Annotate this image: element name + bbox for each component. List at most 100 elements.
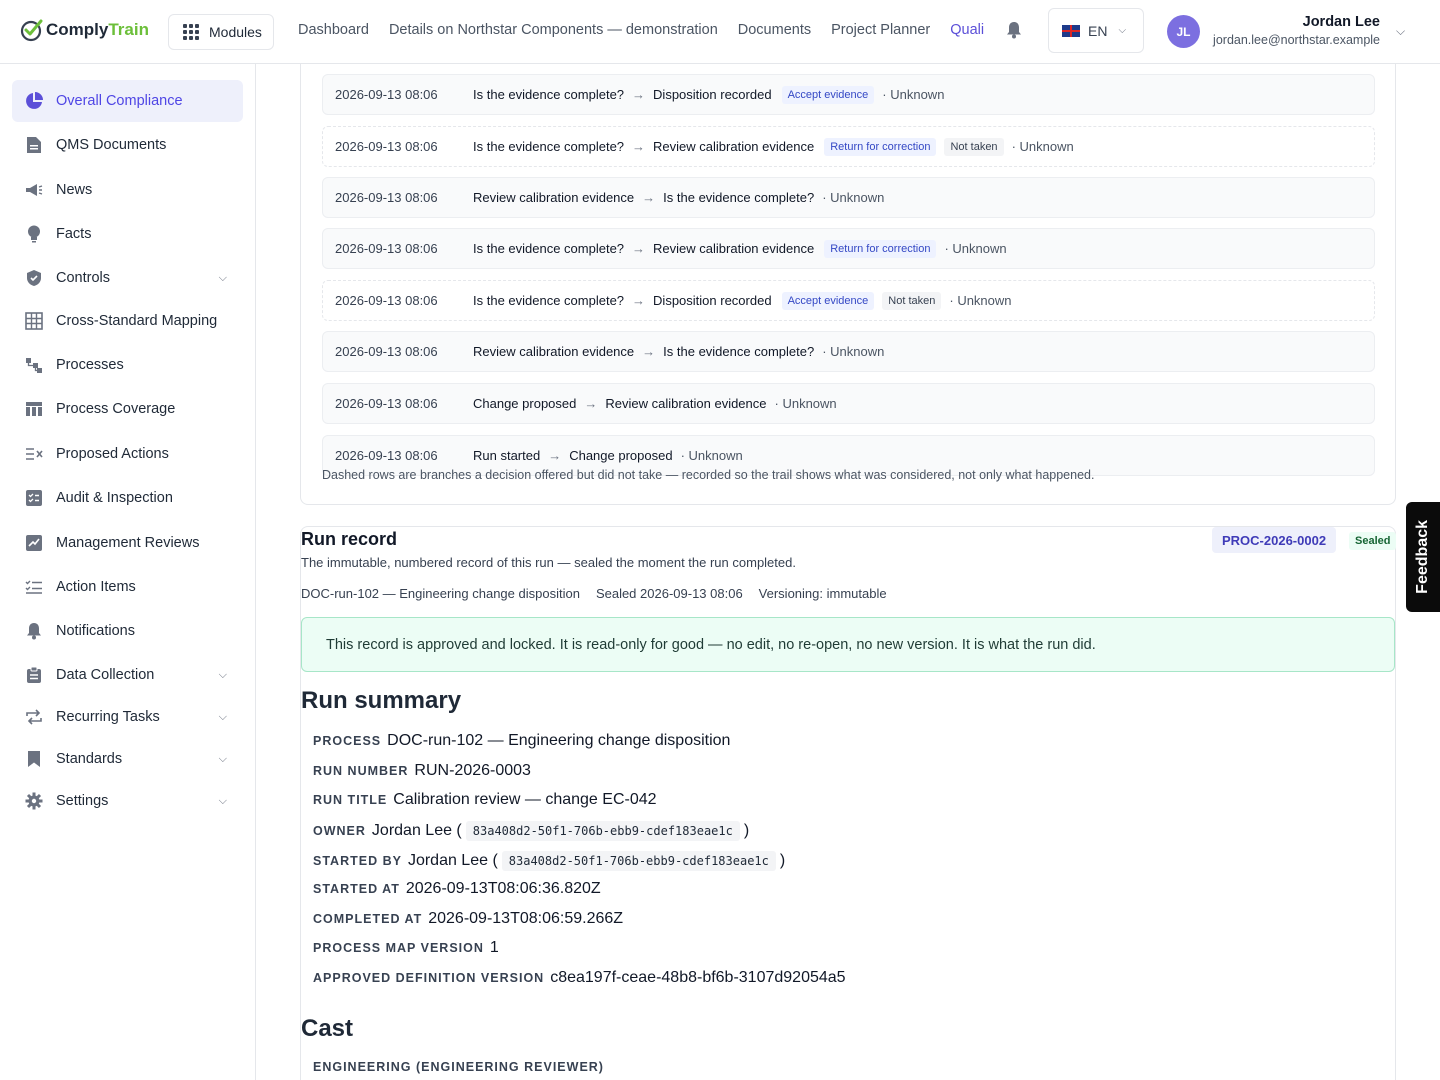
bell-icon[interactable] — [1006, 21, 1022, 39]
actor: · Unknown — [1011, 139, 1074, 154]
nav-quali[interactable]: Quali — [950, 22, 984, 38]
trail-row: 2026-09-13 08:06 Change proposed → Review c… — [322, 383, 1375, 424]
nav-details-northstar[interactable]: Details on Northstar Components — demons… — [389, 22, 718, 38]
field-key: RUN TITLE — [313, 793, 388, 807]
sidebar-item-process-coverage[interactable]: Process Coverage — [12, 388, 243, 430]
timestamp: 2026-09-13 08:06 — [335, 396, 438, 411]
decision-trail-card: 2026-09-13 08:06 Is the evidence complete… — [300, 64, 1396, 505]
cast-role-label: ENGINEERING (ENGINEERING REVIEWER) — [313, 1060, 604, 1074]
avatar[interactable]: JL — [1167, 15, 1200, 48]
timestamp: 2026-09-13 08:06 — [335, 190, 438, 205]
actor: · Unknown — [680, 448, 743, 463]
sidebar-item-label: Overall Compliance — [56, 93, 183, 109]
gear-icon — [24, 791, 44, 811]
coverage-table-icon — [24, 399, 44, 419]
bell-icon — [24, 621, 44, 641]
sidebar-item-action-items[interactable]: Action Items — [12, 566, 243, 608]
from-step: Review calibration evidence — [473, 344, 635, 359]
sidebar-item-recurring-tasks[interactable]: Recurring Tasks ⌵ — [12, 696, 243, 738]
sidebar-item-news[interactable]: News — [12, 169, 243, 211]
field-run-title: RUN TITLE Calibration review — change EC… — [313, 791, 657, 809]
sidebar-item-settings[interactable]: Settings ⌵ — [12, 780, 243, 822]
field-approved-definition-version: APPROVED DEFINITION VERSION c8ea197f-cea… — [313, 969, 846, 987]
sidebar-item-facts[interactable]: Facts — [12, 213, 243, 255]
sidebar-item-standards[interactable]: Standards ⌵ — [12, 738, 243, 780]
timestamp: 2026-09-13 08:06 — [335, 448, 438, 463]
chevron-down-icon: ⌵ — [218, 271, 227, 284]
decision-badge: Return for correction — [824, 239, 937, 258]
sidebar-item-overall-compliance[interactable]: Overall Compliance — [12, 80, 243, 122]
sidebar-item-label: Settings — [56, 793, 109, 809]
user-id-code: 83a408d2-50f1-706b-ebb9-cdef183eae1c — [465, 821, 740, 841]
nav-project-planner[interactable]: Project Planner — [831, 22, 930, 38]
sidebar-item-data-collection[interactable]: Data Collection ⌵ — [12, 654, 243, 696]
run-record-subtitle: The immutable, numbered record of this r… — [301, 555, 796, 570]
modules-button[interactable]: Modules — [168, 14, 274, 50]
megaphone-icon — [24, 180, 44, 200]
to-step: Is the evidence complete? — [663, 344, 815, 359]
chevron-down-icon: ⌵ — [218, 668, 227, 681]
arrow-right-icon: → — [632, 139, 646, 154]
sidebar-item-qms-documents[interactable]: QMS Documents — [12, 124, 243, 166]
field-key: STARTED BY — [313, 854, 402, 868]
actor: · Unknown — [774, 396, 837, 411]
feedback-tab[interactable]: Feedback — [1406, 502, 1440, 612]
main-content: 2026-09-13 08:06 Is the evidence complete… — [256, 64, 1440, 1080]
repeat-icon — [24, 707, 44, 727]
language-selector[interactable]: EN ⌵ — [1048, 8, 1144, 53]
field-key: OWNER — [313, 824, 366, 838]
locked-notice: This record is approved and locked. It i… — [301, 617, 1395, 672]
chevron-down-icon: ⌵ — [1118, 25, 1127, 36]
chevron-down-icon: ⌵ — [218, 752, 227, 765]
user-id-code: 83a408d2-50f1-706b-ebb9-cdef183eae1c — [501, 851, 776, 871]
action-list-icon — [24, 577, 44, 597]
field-key: COMPLETED AT — [313, 912, 423, 926]
cast-heading: Cast — [301, 1015, 354, 1042]
sidebar-item-label: QMS Documents — [56, 137, 167, 153]
field-value: 2026-09-13T08:06:36.820Z — [405, 880, 601, 897]
from-step: Is the evidence complete? — [473, 139, 625, 154]
field-value: c8ea197f-ceae-48b8-bf6b-3107d92054a5 — [550, 969, 846, 986]
from-step: Is the evidence complete? — [473, 241, 625, 256]
sidebar-item-notifications[interactable]: Notifications — [12, 610, 243, 652]
timestamp: 2026-09-13 08:06 — [335, 293, 438, 308]
from-step: Is the evidence complete? — [473, 293, 625, 308]
user-menu[interactable]: Jordan Lee jordan.lee@northstar.example — [1213, 14, 1380, 47]
nav-dashboard[interactable]: Dashboard — [298, 22, 369, 38]
sidebar-item-label: Cross-Standard Mapping — [56, 313, 218, 329]
sidebar: Overall Compliance QMS Documents News Fa… — [0, 64, 256, 1080]
sidebar-item-management-reviews[interactable]: Management Reviews — [12, 522, 243, 564]
arrow-right-icon: → — [642, 190, 656, 205]
user-chevron-down-icon[interactable]: ⌵ — [1396, 24, 1405, 39]
from-step: Change proposed — [473, 396, 577, 411]
sidebar-item-audit-inspection[interactable]: Audit & Inspection — [12, 477, 243, 519]
to-step: Disposition recorded — [653, 87, 772, 102]
field-key: PROCESS MAP VERSION — [313, 941, 484, 955]
field-value-end: ) — [779, 852, 786, 869]
actor: · Unknown — [822, 344, 885, 359]
trail-row: 2026-09-13 08:06 Is the evidence complete… — [322, 228, 1375, 269]
meta-versioning: Versioning: immutable — [758, 586, 887, 601]
decision-badge: Accept evidence — [781, 85, 875, 104]
sidebar-item-controls[interactable]: Controls ⌵ — [12, 257, 243, 299]
field-run-number: RUN NUMBER RUN-2026-0003 — [313, 762, 531, 780]
user-email: jordan.lee@northstar.example — [1213, 33, 1380, 47]
field-value: 2026-09-13T08:06:59.266Z — [428, 910, 624, 927]
run-summary-heading: Run summary — [301, 687, 462, 714]
field-key: APPROVED DEFINITION VERSION — [313, 971, 545, 985]
sidebar-item-proposed-actions[interactable]: Proposed Actions — [12, 433, 243, 475]
top-bar: Comply Train Modules Dashboard Details on… — [0, 0, 1440, 64]
sidebar-item-processes[interactable]: Processes — [12, 344, 243, 386]
review-chart-icon — [24, 533, 44, 553]
arrow-right-icon: → — [642, 344, 656, 359]
clipboard-icon — [24, 665, 44, 685]
arrow-right-icon: → — [548, 448, 562, 463]
to-step: Is the evidence complete? — [663, 190, 815, 205]
complytrain-logo[interactable]: Comply Train — [20, 18, 149, 42]
checklist-icon — [24, 488, 44, 508]
sidebar-item-cross-standard-mapping[interactable]: Cross-Standard Mapping — [12, 300, 243, 342]
nav-documents[interactable]: Documents — [738, 22, 811, 38]
trail-row: 2026-09-13 08:06 Review calibration evide… — [322, 177, 1375, 218]
to-step: Review calibration evidence — [605, 396, 767, 411]
sidebar-item-label: Notifications — [56, 623, 135, 639]
